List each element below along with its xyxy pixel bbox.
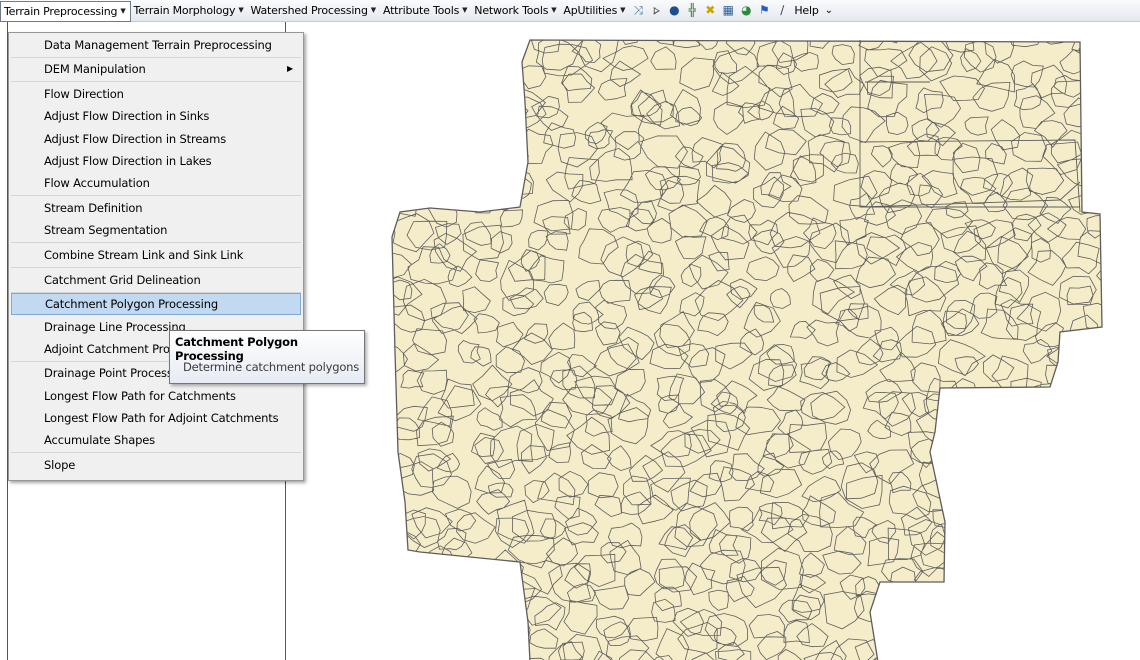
caret-down-icon: ▼ xyxy=(551,6,557,14)
menu-aputilities[interactable]: ApUtilities ▼ xyxy=(560,1,629,20)
tooltip-title: Catchment Polygon Processing xyxy=(175,335,298,363)
menu-item-flow-direction[interactable]: Flow Direction xyxy=(11,83,301,105)
menu-attribute-tools[interactable]: Attribute Tools ▼ xyxy=(380,1,471,20)
menu-item-catchment-polygon[interactable]: Catchment Polygon Processing xyxy=(11,293,301,315)
menu-item-label: Accumulate Shapes xyxy=(44,433,156,447)
menu-item-label: Stream Segmentation xyxy=(44,223,168,237)
menu-terrain-morphology[interactable]: Terrain Morphology ▼ xyxy=(131,1,248,20)
menu-item-catchment-grid[interactable]: Catchment Grid Delineation xyxy=(11,269,301,291)
menu-item-label: DEM Manipulation xyxy=(44,62,146,76)
menu-item-accumulate-shapes[interactable]: Accumulate Shapes xyxy=(11,429,301,451)
caret-down-icon: ▼ xyxy=(370,6,376,14)
tooltip-description: Determine catchment polygons xyxy=(183,360,360,374)
menu-item-label: Adjust Flow Direction in Sinks xyxy=(44,109,210,123)
menu-label: Network Tools xyxy=(474,4,549,17)
caret-down-icon: ▼ xyxy=(620,6,626,14)
submenu-arrow-icon: ▶ xyxy=(286,64,293,73)
menu-watershed-processing[interactable]: Watershed Processing ▼ xyxy=(248,1,380,20)
terrain-preprocessing-menu: Data Management Terrain Preprocessing DE… xyxy=(8,32,304,481)
menu-item-label: Flow Direction xyxy=(44,87,124,101)
menu-item-slope[interactable]: Slope xyxy=(11,454,301,476)
menu-item-label: Data Management Terrain Preprocessing xyxy=(44,38,272,52)
toolbar-overflow-icon[interactable]: ⌄ xyxy=(825,5,833,16)
menu-item-longest-flow-adjoint[interactable]: Longest Flow Path for Adjoint Catchments xyxy=(11,407,301,429)
menu-item-stream-segmentation[interactable]: Stream Segmentation xyxy=(11,219,301,241)
menu-item-label: Combine Stream Link and Sink Link xyxy=(44,248,244,262)
menu-item-label: Catchment Grid Delineation xyxy=(44,273,201,287)
caret-down-icon: ▼ xyxy=(238,6,244,14)
menu-item-label: Stream Definition xyxy=(44,201,143,215)
tooltip: Catchment Polygon Processing Determine c… xyxy=(169,330,365,384)
menu-separator xyxy=(11,195,301,196)
menu-item-stream-definition[interactable]: Stream Definition xyxy=(11,197,301,219)
flow-path-icon[interactable]: ⤨ xyxy=(630,1,646,20)
menu-item-dem-manipulation[interactable]: DEM Manipulation ▶ xyxy=(11,58,301,80)
menu-item-label: Flow Accumulation xyxy=(44,176,150,190)
caret-down-icon: ▼ xyxy=(120,6,126,15)
menu-item-label: Longest Flow Path for Adjoint Catchments xyxy=(44,411,279,425)
menu-item-flow-accumulation[interactable]: Flow Accumulation xyxy=(11,172,301,194)
menu-item-label: Catchment Polygon Processing xyxy=(45,297,218,311)
menu-terrain-preprocessing[interactable]: Terrain Preprocessing ▼ xyxy=(0,0,131,22)
menu-label: Terrain Preprocessing xyxy=(4,4,118,18)
menu-help[interactable]: Help xyxy=(791,1,822,20)
catchment-region xyxy=(391,39,1103,660)
edit-line-icon[interactable]: ⦠ xyxy=(648,1,664,20)
menu-item-label: Drainage Line Processing xyxy=(44,320,186,334)
menu-item-combine-stream-sink[interactable]: Combine Stream Link and Sink Link xyxy=(11,244,301,266)
menu-network-tools[interactable]: Network Tools ▼ xyxy=(471,1,560,20)
pencil-icon[interactable]: ∕ xyxy=(774,1,790,20)
caret-down-icon: ▼ xyxy=(462,6,468,14)
menu-item-adjust-flow-lakes[interactable]: Adjust Flow Direction in Lakes xyxy=(11,150,301,172)
toolbar: Terrain Preprocessing ▼ Terrain Morpholog… xyxy=(0,0,1140,22)
menu-separator xyxy=(11,267,301,268)
menu-separator xyxy=(11,81,301,82)
menu-item-label: Slope xyxy=(44,458,76,472)
menu-separator xyxy=(11,242,301,243)
menu-label: Terrain Morphology xyxy=(133,4,236,17)
menu-item-label: Adjust Flow Direction in Lakes xyxy=(44,154,212,168)
split-icon[interactable]: ╬ xyxy=(684,1,700,20)
menu-label: Help xyxy=(794,4,819,17)
menu-item-longest-flow-catchments[interactable]: Longest Flow Path for Catchments xyxy=(11,385,301,407)
menu-label: ApUtilities xyxy=(563,4,618,17)
menu-label: Watershed Processing xyxy=(250,4,368,17)
menu-separator xyxy=(11,452,301,453)
network-icon[interactable]: ▦ xyxy=(720,1,736,20)
batch-point-icon[interactable]: ✖ xyxy=(702,1,718,20)
flag-icon[interactable]: ⚑ xyxy=(756,1,772,20)
menu-item-label: Longest Flow Path for Catchments xyxy=(44,389,236,403)
point-delineation-icon[interactable]: ● xyxy=(666,1,682,20)
menu-item-adjust-flow-streams[interactable]: Adjust Flow Direction in Streams xyxy=(11,128,301,150)
menu-item-adjust-flow-sinks[interactable]: Adjust Flow Direction in Sinks xyxy=(11,105,301,127)
menu-item-label: Adjust Flow Direction in Streams xyxy=(44,132,227,146)
menu-item-data-management[interactable]: Data Management Terrain Preprocessing xyxy=(11,34,301,56)
menu-label: Attribute Tools xyxy=(382,4,460,17)
globe-icon[interactable]: ◕ xyxy=(738,1,754,20)
